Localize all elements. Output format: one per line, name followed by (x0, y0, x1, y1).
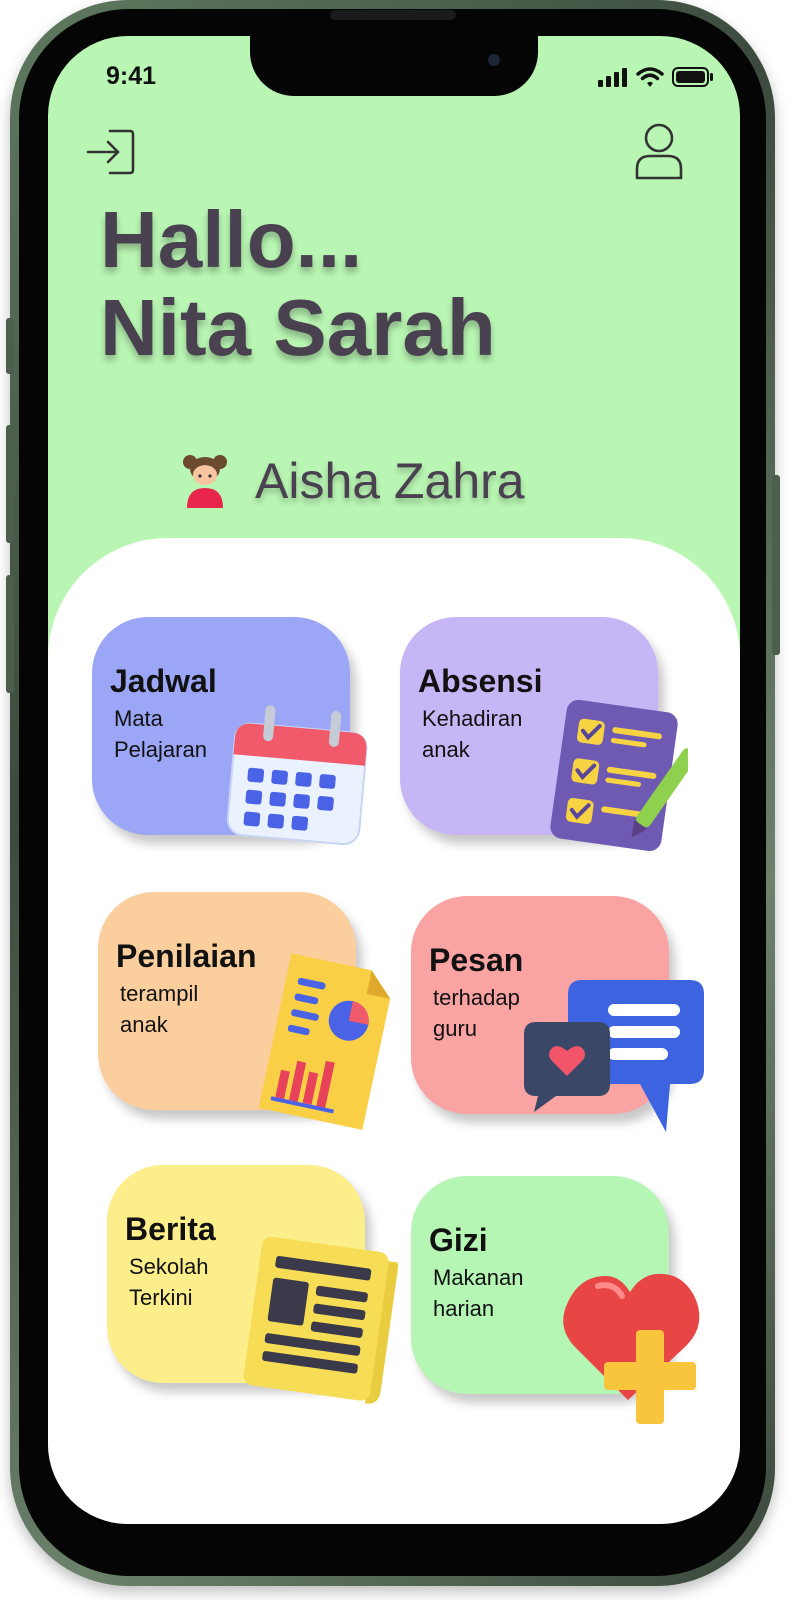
silent-switch (6, 318, 14, 374)
card-subtitle-line: anak (422, 737, 470, 762)
status-icons (598, 66, 714, 88)
card-subtitle-line: anak (120, 1012, 168, 1037)
speaker-grille (330, 10, 456, 20)
card-subtitle-line: Kehadiran (422, 706, 523, 731)
card-subtitle: Mata Pelajaran (114, 703, 244, 765)
card-title: Jadwal (110, 663, 217, 699)
card-subtitle: terampil anak (120, 978, 250, 1040)
card-title: Absensi (418, 663, 543, 699)
card-subtitle-line: Makanan (433, 1265, 524, 1290)
heart-plus-icon (563, 1273, 700, 1424)
child-selector[interactable]: Aisha Zahra (181, 441, 525, 521)
card-title: Penilaian (116, 938, 257, 974)
login-icon[interactable] (86, 128, 136, 176)
card-subtitle-line: harian (433, 1296, 495, 1321)
calendar-icon (226, 705, 368, 846)
power-button (772, 475, 780, 655)
parent-name: Nita Sarah (100, 283, 496, 372)
volume-down-button (6, 575, 14, 693)
card-title: Berita (125, 1211, 216, 1247)
wifi-icon (636, 66, 664, 87)
status-time: 9:41 (106, 62, 157, 90)
newspaper-icon (243, 1236, 398, 1404)
battery-icon (672, 67, 713, 87)
front-camera (488, 54, 500, 66)
card-title: Pesan (429, 942, 524, 978)
card-subtitle-line: Pelajaran (114, 737, 207, 762)
child-name: Aisha Zahra (255, 453, 525, 509)
report-chart-icon (258, 953, 391, 1130)
girl-avatar-icon (183, 455, 227, 508)
card-title: Gizi (429, 1222, 488, 1258)
card-subtitle-line: Mata (114, 706, 163, 731)
user-icon[interactable] (634, 122, 684, 180)
card-subtitle-line: terampil (120, 981, 199, 1006)
greeting: Hallo... Nita Sarah (100, 196, 496, 372)
signal-icon (598, 68, 627, 87)
greeting-hello: Hallo... (100, 195, 363, 284)
card-subtitle: Kehadiran anak (422, 703, 552, 765)
volume-up-button (6, 425, 14, 543)
notch (250, 36, 538, 96)
checklist-icon (550, 700, 688, 852)
chat-bubbles-icon (524, 980, 704, 1132)
card-subtitle: Makanan harian (433, 1262, 563, 1324)
